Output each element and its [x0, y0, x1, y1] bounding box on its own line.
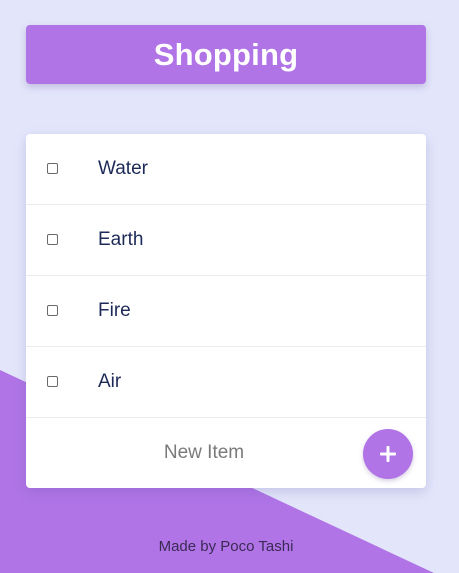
list-item[interactable]: Water: [26, 134, 426, 205]
item-checkbox[interactable]: [47, 376, 58, 387]
item-label: Fire: [98, 300, 131, 321]
list-item[interactable]: Fire: [26, 276, 426, 347]
item-checkbox[interactable]: [47, 234, 58, 245]
item-label: Water: [98, 158, 148, 179]
item-checkbox[interactable]: [47, 163, 58, 174]
app-header: Shopping: [26, 25, 426, 84]
page-title: Shopping: [153, 36, 299, 72]
list-item[interactable]: Earth: [26, 205, 426, 276]
footer-credit: Made by Poco Tashi: [158, 538, 294, 555]
new-item-row: [26, 418, 426, 488]
list-item[interactable]: Air: [26, 347, 426, 418]
new-item-input[interactable]: [26, 418, 382, 488]
item-checkbox[interactable]: [47, 305, 58, 316]
plus-icon: [380, 446, 396, 462]
item-label: Air: [98, 371, 122, 392]
item-label: Earth: [98, 229, 144, 250]
add-item-button[interactable]: [363, 429, 413, 479]
shopping-list: Water Earth Fire Air: [26, 134, 426, 488]
